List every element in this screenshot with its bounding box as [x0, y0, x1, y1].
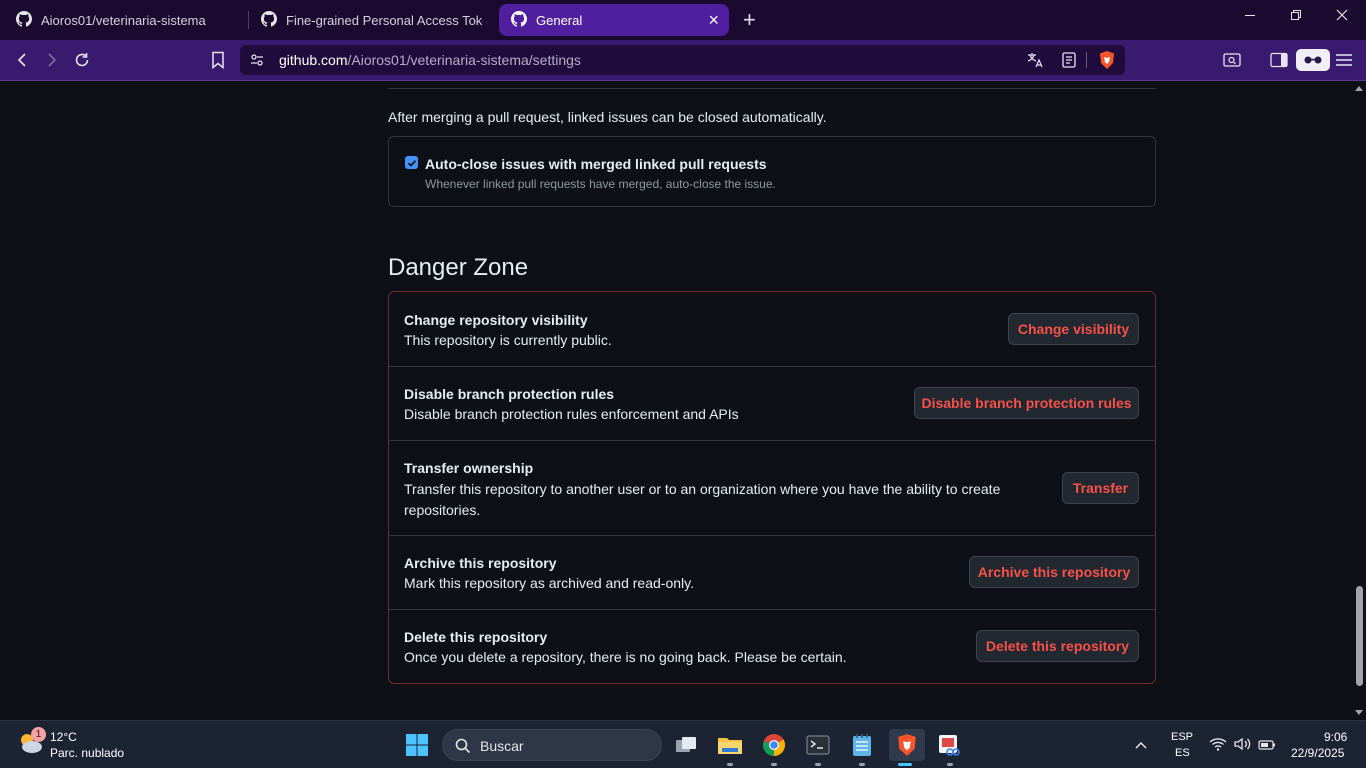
- address-bar-divider: [1086, 52, 1087, 68]
- danger-row-description: Once you delete a repository, there is n…: [404, 649, 847, 665]
- show-hidden-icons-icon[interactable]: [1134, 737, 1148, 755]
- running-indicator: [859, 763, 865, 766]
- github-icon: [511, 10, 527, 30]
- danger-row-visibility: Change repository visibility This reposi…: [389, 292, 1155, 366]
- forward-icon[interactable]: [41, 49, 63, 71]
- scroll-down-arrow-icon[interactable]: [1355, 710, 1363, 715]
- weather-notification-badge: 1: [31, 727, 46, 742]
- issues-note: After merging a pull request, linked iss…: [388, 109, 827, 125]
- danger-row-title: Transfer ownership: [404, 460, 534, 476]
- running-indicator: [771, 763, 777, 766]
- search-placeholder: Buscar: [480, 738, 524, 754]
- tab-repo[interactable]: Aioros01/veterinaria-sistema: [4, 4, 248, 36]
- address-bar[interactable]: github.com/Aioros01/veterinaria-sistema/…: [240, 45, 1125, 75]
- brave-icon[interactable]: [889, 729, 925, 766]
- change-visibility-button[interactable]: Change visibility: [1008, 313, 1139, 345]
- bookmark-icon[interactable]: [207, 49, 229, 71]
- running-indicator: [898, 763, 912, 766]
- autoclose-setting-box: Auto-close issues with merged linked pul…: [388, 136, 1156, 207]
- close-window-icon[interactable]: [1336, 8, 1348, 26]
- running-indicator: [815, 763, 821, 766]
- delete-repository-button[interactable]: Delete this repository: [976, 630, 1139, 662]
- page-scrollbar[interactable]: [1352, 81, 1366, 720]
- wifi-icon[interactable]: [1209, 737, 1227, 756]
- input-language-layout[interactable]: ES: [1175, 747, 1190, 759]
- browser-tab-strip: Aioros01/veterinaria-sistema Fine-graine…: [0, 0, 1366, 40]
- checkmark-icon: [407, 159, 416, 167]
- chrome-icon[interactable]: [758, 729, 790, 766]
- github-icon: [261, 10, 277, 30]
- danger-row-title: Delete this repository: [404, 629, 548, 645]
- close-tab-icon[interactable]: ×: [708, 10, 719, 30]
- danger-row-title: Change repository visibility: [404, 312, 588, 328]
- new-tab-icon[interactable]: +: [743, 9, 756, 31]
- running-indicator: [727, 763, 733, 766]
- clock-date[interactable]: 22/9/2025: [1291, 746, 1344, 760]
- scrollbar-thumb[interactable]: [1356, 586, 1363, 686]
- tab-title: General: [536, 12, 583, 28]
- windows-taskbar: 1 12°C Parc. nublado Buscar ESP ES 9:06 …: [0, 720, 1366, 768]
- task-view-icon[interactable]: [670, 729, 702, 761]
- danger-row-delete: Delete this repository Once you delete a…: [389, 609, 1155, 683]
- settings-page: After merging a pull request, linked iss…: [0, 81, 1352, 720]
- weather-temperature[interactable]: 12°C: [50, 730, 77, 744]
- url-host: github.com: [279, 52, 348, 68]
- reader-mode-icon[interactable]: [1058, 49, 1080, 71]
- menu-icon[interactable]: [1333, 49, 1355, 71]
- file-explorer-icon[interactable]: [714, 729, 746, 766]
- url-path: /Aioros01/veterinaria-sistema/settings: [347, 52, 581, 68]
- clock-time[interactable]: 9:06: [1324, 730, 1347, 744]
- snipping-tool-icon[interactable]: [934, 729, 966, 766]
- github-icon: [16, 10, 32, 30]
- start-icon[interactable]: [401, 729, 433, 761]
- tab-general[interactable]: General ×: [499, 4, 729, 36]
- input-language[interactable]: ESP: [1171, 731, 1193, 743]
- scroll-up-arrow-icon[interactable]: [1355, 86, 1363, 91]
- sidebar-toggle-icon[interactable]: [1268, 49, 1290, 71]
- minimize-icon[interactable]: [1244, 8, 1256, 26]
- danger-zone-title: Danger Zone: [388, 254, 529, 281]
- transfer-button[interactable]: Transfer: [1062, 472, 1139, 504]
- browser-toolbar: github.com/Aioros01/veterinaria-sistema/…: [0, 40, 1366, 81]
- site-info-icon[interactable]: [246, 49, 268, 71]
- danger-zone-box: Change repository visibility This reposi…: [388, 291, 1156, 684]
- section-divider: [388, 88, 1156, 89]
- volume-icon[interactable]: [1234, 737, 1252, 756]
- running-indicator: [947, 763, 953, 766]
- back-icon[interactable]: [11, 49, 33, 71]
- tab-title: Aioros01/veterinaria-sistema: [41, 12, 206, 28]
- terminal-icon[interactable]: [802, 729, 834, 766]
- autoclose-checkbox[interactable]: [405, 156, 418, 169]
- danger-row-transfer: Transfer ownership Transfer this reposit…: [389, 440, 1155, 535]
- brave-shield-icon[interactable]: [1097, 50, 1117, 70]
- danger-row-description: Mark this repository as archived and rea…: [404, 575, 694, 591]
- battery-icon[interactable]: [1258, 738, 1276, 756]
- archive-repository-button[interactable]: Archive this repository: [969, 556, 1139, 588]
- weather-description[interactable]: Parc. nublado: [50, 746, 124, 760]
- search-icon: [455, 738, 471, 759]
- restore-icon[interactable]: [1290, 8, 1302, 26]
- reload-icon[interactable]: [71, 49, 93, 71]
- brave-vpn-icon[interactable]: [1296, 49, 1330, 71]
- autoclose-label[interactable]: Auto-close issues with merged linked pul…: [425, 156, 767, 172]
- disable-branch-protection-button[interactable]: Disable branch protection rules: [914, 387, 1139, 419]
- danger-row-description: This repository is currently public.: [404, 332, 612, 348]
- danger-row-description: Transfer this repository to another user…: [404, 481, 1001, 518]
- danger-row-title: Disable branch protection rules: [404, 386, 615, 402]
- autoclose-description: Whenever linked pull requests have merge…: [425, 177, 776, 191]
- danger-row-title: Archive this repository: [404, 555, 557, 571]
- translate-icon[interactable]: [1024, 49, 1046, 71]
- tab-tokens[interactable]: Fine-grained Personal Access Tokens: [249, 4, 493, 36]
- danger-row-archive: Archive this repository Mark this reposi…: [389, 535, 1155, 609]
- notepad-icon[interactable]: [846, 729, 878, 766]
- leo-search-icon[interactable]: [1221, 49, 1243, 71]
- url-text: github.com/Aioros01/veterinaria-sistema/…: [279, 52, 581, 68]
- tab-title: Fine-grained Personal Access Tokens: [286, 12, 483, 28]
- danger-row-branch-protection: Disable branch protection rules Disable …: [389, 366, 1155, 440]
- danger-row-description: Disable branch protection rules enforcem…: [404, 406, 739, 422]
- taskbar-search[interactable]: Buscar: [442, 729, 662, 761]
